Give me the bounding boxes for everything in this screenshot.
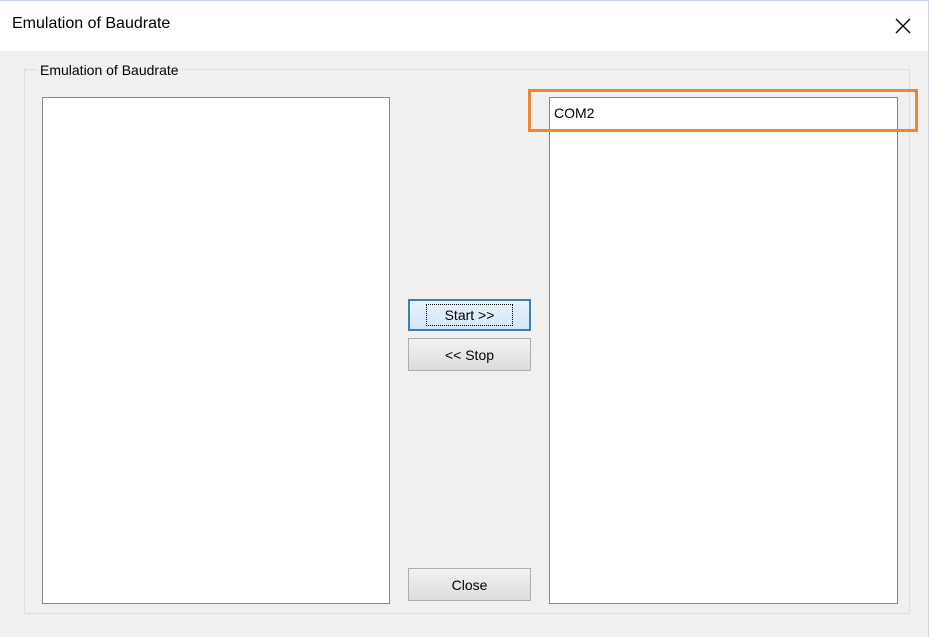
groupbox-label: Emulation of Baudrate — [37, 62, 182, 78]
close-icon[interactable] — [886, 9, 920, 43]
available-ports-list[interactable] — [42, 97, 390, 604]
close-button[interactable]: Close — [408, 568, 531, 601]
stop-button[interactable]: << Stop — [408, 338, 531, 371]
window-title: Emulation of Baudrate — [12, 15, 171, 32]
title-bar[interactable]: Emulation of Baudrate — [0, 1, 928, 51]
emulated-ports-list[interactable]: COM2 — [549, 97, 898, 604]
list-item-com2[interactable]: COM2 — [554, 105, 594, 121]
dialog-window: Emulation of Baudrate Emulation of Baudr… — [0, 0, 929, 637]
start-button-label: Start >> — [425, 304, 514, 326]
start-button[interactable]: Start >> — [408, 299, 531, 331]
